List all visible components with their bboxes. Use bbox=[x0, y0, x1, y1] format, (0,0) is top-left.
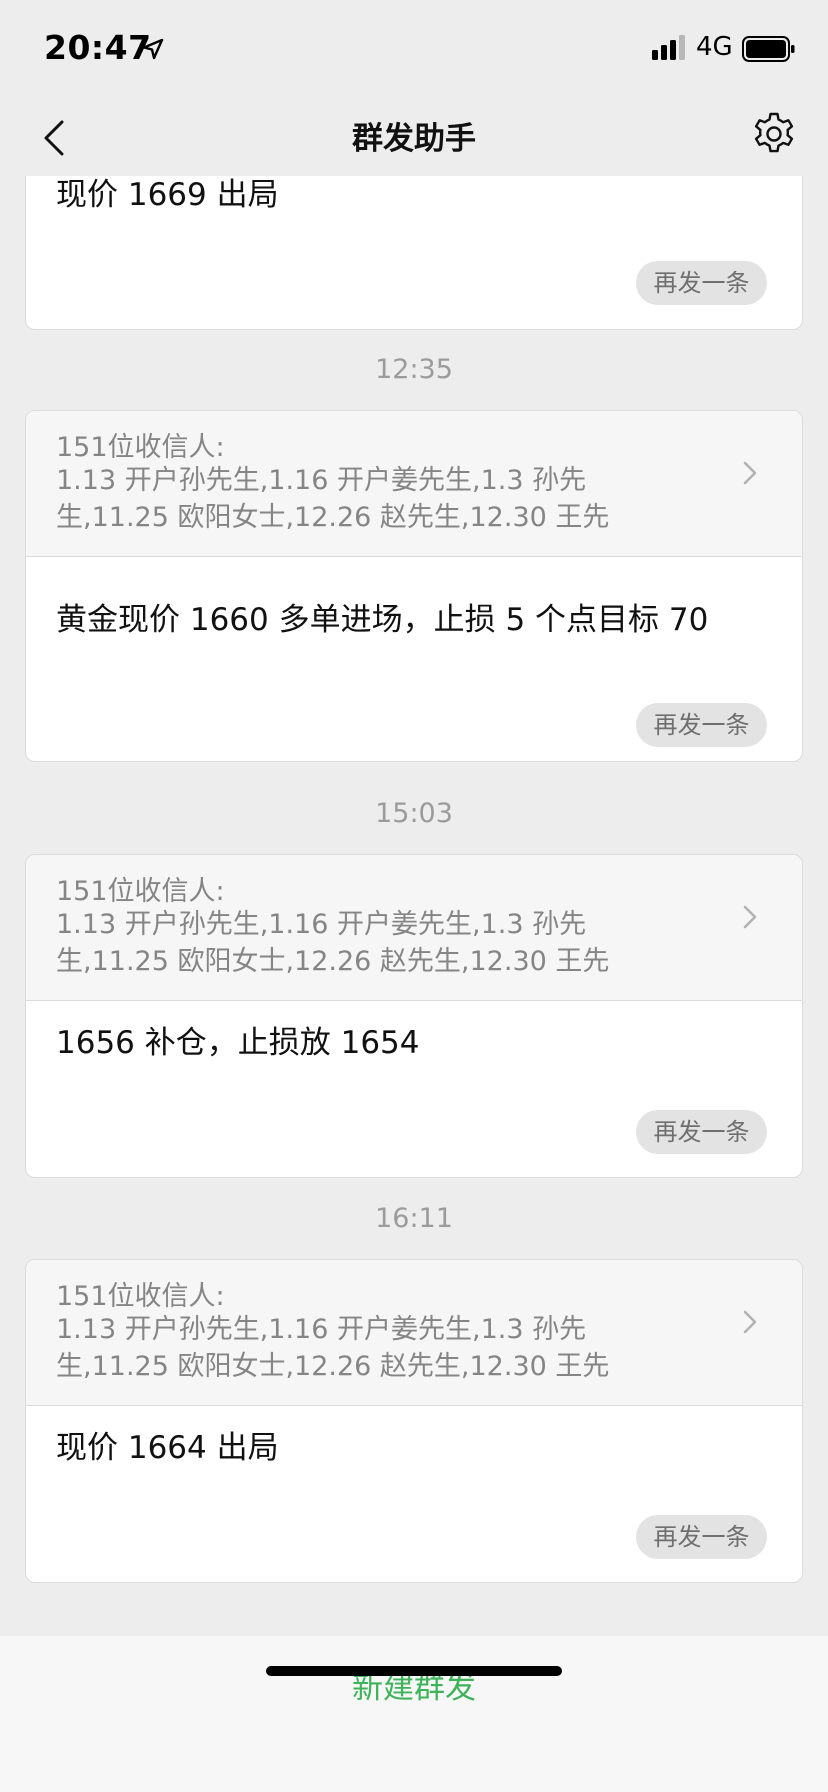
recipients-line: 生,11.25 欧阳女士,12.26 赵先生,12.30 王先 bbox=[56, 502, 610, 533]
recipients-line: 1.13 开户孙先生,1.16 开户姜先生,1.3 孙先 bbox=[56, 465, 587, 496]
resend-button[interactable]: 再发一条 bbox=[636, 703, 767, 747]
message-text: 1656 补仓，止损放 1654 bbox=[56, 1025, 420, 1061]
message-text: 黄金现价 1660 多单进场，止损 5 个点目标 70 bbox=[56, 602, 709, 638]
resend-button[interactable]: 再发一条 bbox=[636, 1515, 767, 1559]
resend-button[interactable]: 再发一条 bbox=[636, 261, 767, 305]
status-time: 20:47 bbox=[44, 28, 152, 67]
message-text: 现价 1669 出局 bbox=[56, 177, 279, 213]
bottom-bar: 新建群发 bbox=[0, 1636, 828, 1792]
recipients-list: 1.13 开户孙先生,1.16 开户姜先生,1.3 孙先 生,11.25 欧阳女… bbox=[56, 906, 636, 980]
message-body: 黄金现价 1660 多单进场，止损 5 个点目标 70 再发一条 bbox=[26, 557, 802, 761]
chevron-right-icon bbox=[743, 461, 757, 485]
chevron-right-icon bbox=[743, 1310, 757, 1334]
recipients-count: 151位收信人: bbox=[56, 432, 225, 463]
recipients-row[interactable]: 151位收信人: 1.13 开户孙先生,1.16 开户姜先生,1.3 孙先 生,… bbox=[26, 855, 802, 1001]
message-body: 现价 1669 出局 再发一条 bbox=[26, 176, 802, 329]
recipients-row[interactable]: 151位收信人: 1.13 开户孙先生,1.16 开户姜先生,1.3 孙先 生,… bbox=[26, 1260, 802, 1406]
timestamp: 15:03 bbox=[375, 798, 453, 829]
chevron-right-icon bbox=[743, 905, 757, 929]
message-list[interactable]: 现价 1669 出局 再发一条 12:35 151位收信人: 1.13 开户孙先… bbox=[0, 176, 828, 1636]
status-bar: 20:47 4G bbox=[0, 0, 828, 100]
recipients-count: 151位收信人: bbox=[56, 1281, 225, 1312]
recipients-line: 生,11.25 欧阳女士,12.26 赵先生,12.30 王先 bbox=[56, 1351, 610, 1382]
resend-button[interactable]: 再发一条 bbox=[636, 1110, 767, 1154]
nav-bar: 群发助手 bbox=[0, 100, 828, 176]
location-arrow-icon bbox=[142, 38, 164, 60]
network-label: 4G bbox=[696, 32, 733, 62]
message-card: 151位收信人: 1.13 开户孙先生,1.16 开户姜先生,1.3 孙先 生,… bbox=[25, 854, 803, 1178]
gear-icon[interactable] bbox=[750, 110, 798, 158]
signal-icon bbox=[652, 35, 685, 60]
recipients-line: 生,11.25 欧阳女士,12.26 赵先生,12.30 王先 bbox=[56, 946, 610, 977]
home-indicator[interactable] bbox=[266, 1666, 562, 1676]
recipients-line: 1.13 开户孙先生,1.16 开户姜先生,1.3 孙先 bbox=[56, 1314, 587, 1345]
recipients-count: 151位收信人: bbox=[56, 876, 225, 907]
message-body: 1656 补仓，止损放 1654 再发一条 bbox=[26, 1001, 802, 1177]
message-card: 151位收信人: 1.13 开户孙先生,1.16 开户姜先生,1.3 孙先 生,… bbox=[25, 1259, 803, 1583]
timestamp: 16:11 bbox=[375, 1203, 453, 1234]
recipients-row[interactable]: 151位收信人: 1.13 开户孙先生,1.16 开户姜先生,1.3 孙先 生,… bbox=[26, 411, 802, 557]
message-card: 现价 1669 出局 再发一条 bbox=[25, 176, 803, 330]
recipients-list: 1.13 开户孙先生,1.16 开户姜先生,1.3 孙先 生,11.25 欧阳女… bbox=[56, 462, 636, 536]
message-body: 现价 1664 出局 再发一条 bbox=[26, 1406, 802, 1582]
page-title: 群发助手 bbox=[352, 121, 476, 157]
recipients-line: 1.13 开户孙先生,1.16 开户姜先生,1.3 孙先 bbox=[56, 909, 587, 940]
battery-icon bbox=[742, 36, 795, 62]
message-card: 151位收信人: 1.13 开户孙先生,1.16 开户姜先生,1.3 孙先 生,… bbox=[25, 410, 803, 762]
timestamp: 12:35 bbox=[375, 354, 453, 385]
recipients-list: 1.13 开户孙先生,1.16 开户姜先生,1.3 孙先 生,11.25 欧阳女… bbox=[56, 1311, 636, 1385]
message-text: 现价 1664 出局 bbox=[56, 1430, 279, 1466]
